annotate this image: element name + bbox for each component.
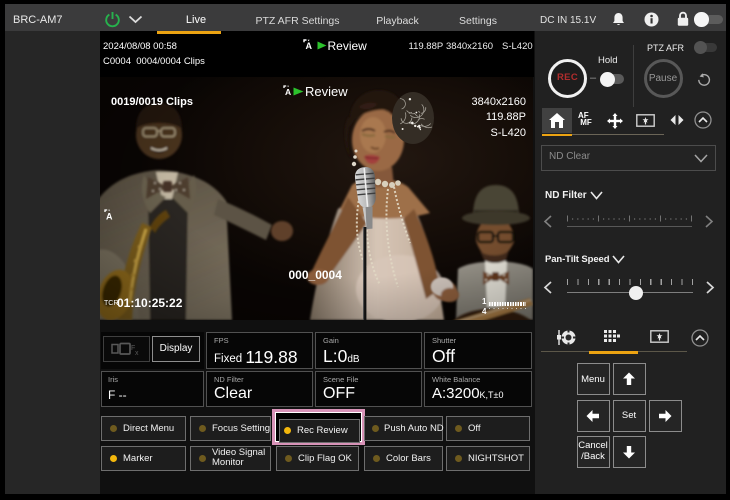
svg-text:A: A	[285, 87, 291, 96]
svg-text:A: A	[306, 41, 313, 50]
svg-text:x: x	[135, 350, 139, 357]
svg-text:A: A	[106, 212, 113, 222]
